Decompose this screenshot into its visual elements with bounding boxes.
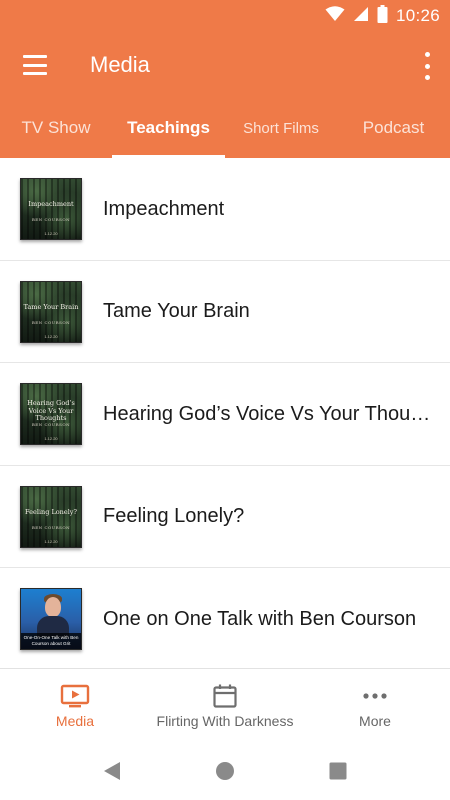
thumbnail-date: 1.12.20 — [44, 231, 58, 236]
thumbnail-title: Impeachment — [28, 200, 74, 208]
nav-item-media[interactable]: Media — [0, 669, 150, 743]
bottom-navigation: Media Flirting With Darkness More — [0, 668, 450, 742]
tab-podcast[interactable]: Podcast — [337, 98, 450, 158]
recents-icon[interactable] — [327, 760, 349, 782]
list-item[interactable]: Impeachment BEN COURSON 1.12.20 Impeachm… — [0, 158, 450, 261]
tab-label: Short Films — [243, 119, 319, 137]
page-title: Media — [90, 52, 150, 77]
thumbnail-author: BEN COURSON — [31, 217, 71, 222]
back-icon[interactable] — [101, 760, 123, 782]
calendar-icon — [210, 683, 240, 709]
thumbnail-title: Tame Your Brain — [23, 302, 79, 311]
system-navigation-bar — [0, 742, 450, 800]
nav-item-flirting-with-darkness[interactable]: Flirting With Darkness — [150, 669, 300, 743]
signal-icon — [353, 6, 369, 27]
video-thumbnail: Feeling Lonely? BEN COURSON 1.12.20 — [20, 485, 82, 548]
thumbnail-author: BEN COURSON — [31, 319, 71, 325]
app-bar: Media — [0, 32, 450, 98]
video-thumbnail: One-On-One Talk with Ben Courson about G… — [20, 588, 82, 650]
item-title: Impeachment — [103, 197, 225, 220]
list-item[interactable]: Feeling Lonely? BEN COURSON 1.12.20 Feel… — [0, 465, 450, 568]
item-title: One on One Talk with Ben Courson — [103, 607, 417, 630]
more-vertical-icon[interactable] — [422, 52, 432, 80]
tab-teachings[interactable]: Teachings — [112, 98, 225, 158]
nav-label: Media — [55, 713, 95, 729]
video-thumbnail: Hearing God’s Voice Vs Your Thoughts BEN… — [20, 383, 82, 445]
status-time: 10:26 — [395, 6, 440, 25]
item-title: Hearing God’s Voice Vs Your Thoughts — [103, 402, 432, 425]
item-title: Tame Your Brain — [103, 300, 250, 322]
thumbnail-date: 1.12.20 — [44, 436, 58, 441]
home-icon[interactable] — [214, 760, 236, 782]
thumbnail-caption: One-On-One Talk with Ben Courson about G… — [21, 633, 81, 649]
list-item[interactable]: Hearing God’s Voice Vs Your Thoughts BEN… — [0, 363, 450, 466]
thumbnail-date: 1.12.20 — [44, 538, 58, 544]
item-title: Feeling Lonely? — [103, 505, 245, 527]
battery-icon — [377, 4, 388, 28]
more-horizontal-icon — [360, 683, 390, 709]
nav-label: Flirting With Darkness — [156, 713, 294, 729]
video-thumbnail: Tame Your Brain BEN COURSON 1.12.20 — [20, 280, 82, 343]
tab-tv-show[interactable]: TV Show — [0, 98, 112, 158]
thumbnail-title: Hearing God’s Voice Vs Your Thoughts — [27, 399, 75, 422]
nav-label: More — [359, 713, 391, 729]
thumbnail-author: BEN COURSON — [31, 524, 71, 530]
thumbnail-date: 1.12.20 — [44, 333, 58, 339]
list-item[interactable]: Tame Your Brain BEN COURSON 1.12.20 Tame… — [0, 260, 450, 363]
wifi-icon — [325, 5, 345, 27]
tab-label: Teachings — [127, 118, 210, 137]
tab-label: Podcast — [362, 118, 425, 137]
tv-play-icon — [60, 683, 90, 709]
teachings-list[interactable]: Impeachment BEN COURSON 1.12.20 Impeachm… — [0, 158, 450, 668]
hamburger-menu-icon[interactable] — [18, 52, 52, 78]
tab-bar: TV Show Teachings Short Films Podcast — [0, 98, 450, 158]
list-item[interactable]: One-On-One Talk with Ben Courson about G… — [0, 568, 450, 668]
tab-label: TV Show — [21, 118, 91, 137]
thumbnail-author: BEN COURSON — [31, 422, 71, 427]
status-icons: 10:26 — [325, 4, 440, 28]
status-bar: 10:26 — [0, 0, 450, 32]
nav-item-more[interactable]: More — [300, 669, 450, 743]
video-thumbnail: Impeachment BEN COURSON 1.12.20 — [20, 178, 82, 240]
tab-short-films[interactable]: Short Films — [225, 98, 337, 158]
thumbnail-title: Feeling Lonely? — [25, 507, 77, 516]
